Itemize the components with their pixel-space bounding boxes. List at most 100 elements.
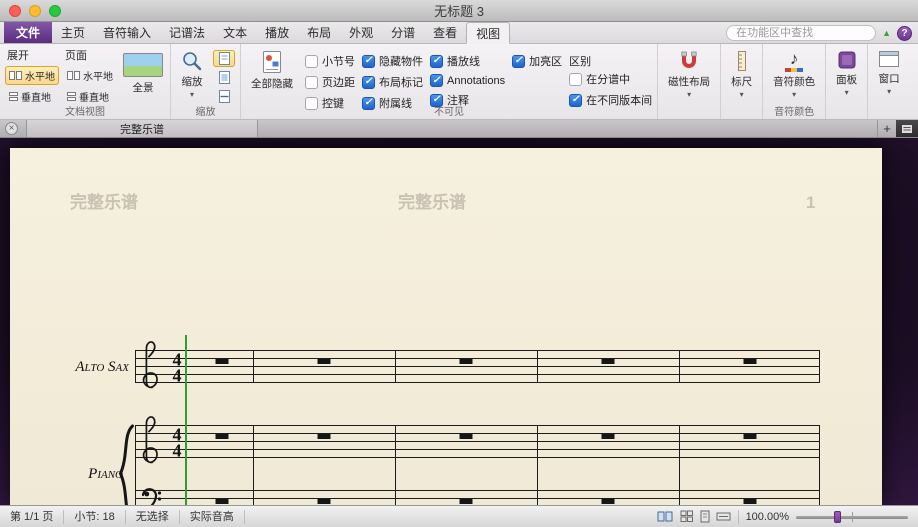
document-tab-label: 完整乐谱 [120, 123, 164, 136]
pages-horizontal-button[interactable]: 水平地 [63, 66, 117, 85]
note-colors-label: 音符颜色 [773, 76, 816, 88]
view-spreads-vertical-icon[interactable] [679, 510, 694, 523]
minimize-window-button[interactable] [29, 5, 41, 17]
tab-appearance[interactable]: 外观 [340, 22, 382, 43]
zoom-100-button[interactable] [213, 50, 235, 67]
view-panorama-icon[interactable] [716, 510, 731, 523]
spreads-horizontal-button[interactable]: 水平地 [5, 66, 59, 85]
differences-column: 区别 ✓ 在分谱中 ✓ 在不同版本间 [569, 47, 652, 108]
panels-button[interactable]: 面板 ▾ [831, 47, 862, 97]
chevron-down-icon: ▾ [887, 87, 892, 96]
checkbox-layout-marks[interactable]: ✓ 布局标记 [362, 74, 423, 90]
checkbox-label: 加亮区 [529, 56, 563, 68]
status-concert-pitch[interactable]: 实际音高 [180, 509, 245, 524]
view-single-page-icon[interactable] [699, 510, 711, 523]
pages-vertical-label: 垂直地 [79, 93, 109, 104]
tab-menu-button[interactable] [896, 120, 918, 137]
checkbox-label: 页边距 [322, 77, 355, 89]
checkbox-playback-line[interactable]: ✓ 播放线 [430, 53, 505, 69]
time-signature-bottom: 4 [173, 441, 182, 461]
tab-layout[interactable]: 布局 [298, 22, 340, 43]
checkbox-label: 小节号 [322, 56, 355, 68]
tab-notations[interactable]: 记谱法 [160, 22, 214, 43]
chevron-down-icon: ▾ [792, 90, 797, 99]
title-bar: 无标题 3 [0, 0, 918, 22]
checkbox-box: ✓ [305, 54, 318, 68]
tab-file[interactable]: 文件 [4, 22, 53, 43]
close-tab-button[interactable]: × [5, 122, 18, 135]
view-spreads-horizontal-icon[interactable] [657, 510, 674, 523]
zoom-fit-page-button[interactable] [213, 69, 235, 86]
zoom-label: 缩放 [181, 76, 203, 88]
magnetic-layout-button[interactable]: 磁性布局 ▾ [663, 47, 715, 99]
checkbox-annotations[interactable]: ✓ Annotations [430, 74, 505, 87]
tab-play[interactable]: 播放 [256, 22, 298, 43]
panorama-button[interactable]: 全景 [121, 47, 165, 95]
tab-parts[interactable]: 分谱 [382, 22, 424, 43]
checkbox-box: ✓ [430, 54, 443, 68]
close-window-button[interactable] [9, 5, 21, 17]
checkbox-bar-numbers[interactable]: ✓ 小节号 [305, 53, 355, 69]
rulers-button[interactable]: 标尺 ▾ [726, 47, 757, 99]
zoom-slider[interactable] [796, 510, 908, 524]
group-note-colors: ♪ 音符颜色 ▾ 音符颜色 [763, 44, 827, 119]
instrument-label-alto-sax: Alto Sax [74, 359, 130, 375]
zoom-slider-thumb[interactable] [834, 510, 841, 523]
score-view[interactable]: 完整乐谱 完整乐谱 1 4 4 Alto Sax 4 4 Piano [0, 138, 918, 505]
tab-review[interactable]: 查看 [424, 22, 466, 43]
ribbon-collapse-icon[interactable]: ▲ [882, 28, 891, 38]
chevron-down-icon: ▾ [739, 90, 744, 99]
ruler-icon [737, 51, 746, 71]
group-document-view: 展开 水平地 垂直地 页面 水平地 垂直地 全景 文档视图 [0, 44, 171, 119]
zoom-window-button[interactable] [49, 5, 61, 17]
tab-note-input[interactable]: 音符输入 [94, 22, 160, 43]
ribbon-tab-bar: 文件 主页 音符输入 记谱法 文本 播放 布局 外观 分谱 查看 视图 ▲ ? [0, 22, 918, 44]
tab-home[interactable]: 主页 [52, 22, 94, 43]
score-canvas: 完整乐谱 完整乐谱 1 4 4 Alto Sax 4 4 Piano [70, 192, 820, 505]
checkbox-box: ✓ [512, 54, 526, 68]
spreads-header: 展开 [7, 50, 29, 62]
checkbox-box: ✓ [305, 75, 318, 89]
checkbox-in-parts[interactable]: ✓ 在分谱中 [569, 71, 652, 87]
color-strip [785, 68, 804, 72]
window-title: 无标题 3 [434, 4, 484, 19]
pages-horizontal-icon [67, 71, 80, 80]
checkbox-highlights[interactable]: ✓ 加亮区 [512, 53, 562, 69]
group-window: 窗口 ▾ [868, 44, 910, 119]
whole-rests [215, 359, 757, 364]
panels-icon [838, 51, 856, 69]
ribbon-utilities: ▲ ? [726, 24, 912, 42]
document-tab-full-score[interactable]: 完整乐谱 [26, 120, 258, 137]
status-view-buttons [657, 510, 731, 523]
window-icon [879, 51, 900, 67]
group-label-document-view: 文档视图 [65, 107, 105, 118]
bass-clef-icon [141, 488, 162, 505]
tab-text[interactable]: 文本 [214, 22, 256, 43]
zoom-button[interactable]: 缩放 ▾ [176, 47, 208, 99]
tab-view[interactable]: 视图 [466, 22, 511, 44]
window-button[interactable]: 窗口 ▾ [873, 47, 905, 96]
check-icon: ✓ [514, 55, 523, 66]
magnifier-icon [183, 52, 202, 71]
magnetic-layout-label: 磁性布局 [668, 76, 711, 88]
add-tab-button[interactable]: + [877, 120, 896, 137]
chevron-down-icon: ▾ [687, 90, 692, 99]
help-button[interactable]: ? [897, 25, 912, 41]
treble-clef-icon [142, 341, 158, 389]
group-panels: 面板 ▾ [826, 44, 869, 119]
note-colors-button[interactable]: ♪ 音符颜色 ▾ [768, 47, 820, 99]
traffic-lights [9, 5, 61, 17]
checkbox-hidden-objects[interactable]: ✓ 隐藏物件 [362, 53, 423, 69]
checkbox-label: 隐藏物件 [379, 56, 423, 68]
group-label-invisibles: 不可见 [434, 107, 465, 118]
page-number: 1 [806, 193, 815, 212]
fit-page-icon [218, 71, 230, 84]
instrument-label-piano: Piano [87, 466, 123, 482]
ribbon-search-input[interactable] [726, 25, 877, 41]
pages-vertical-icon [67, 92, 76, 101]
group-rulers: 标尺 ▾ [721, 44, 764, 119]
checkbox-page-margins[interactable]: ✓ 页边距 [305, 74, 355, 90]
hide-all-button[interactable]: 全部隐藏 [246, 47, 298, 91]
note-glyph: ♪ [789, 49, 799, 68]
check-icon: ✓ [432, 55, 441, 66]
